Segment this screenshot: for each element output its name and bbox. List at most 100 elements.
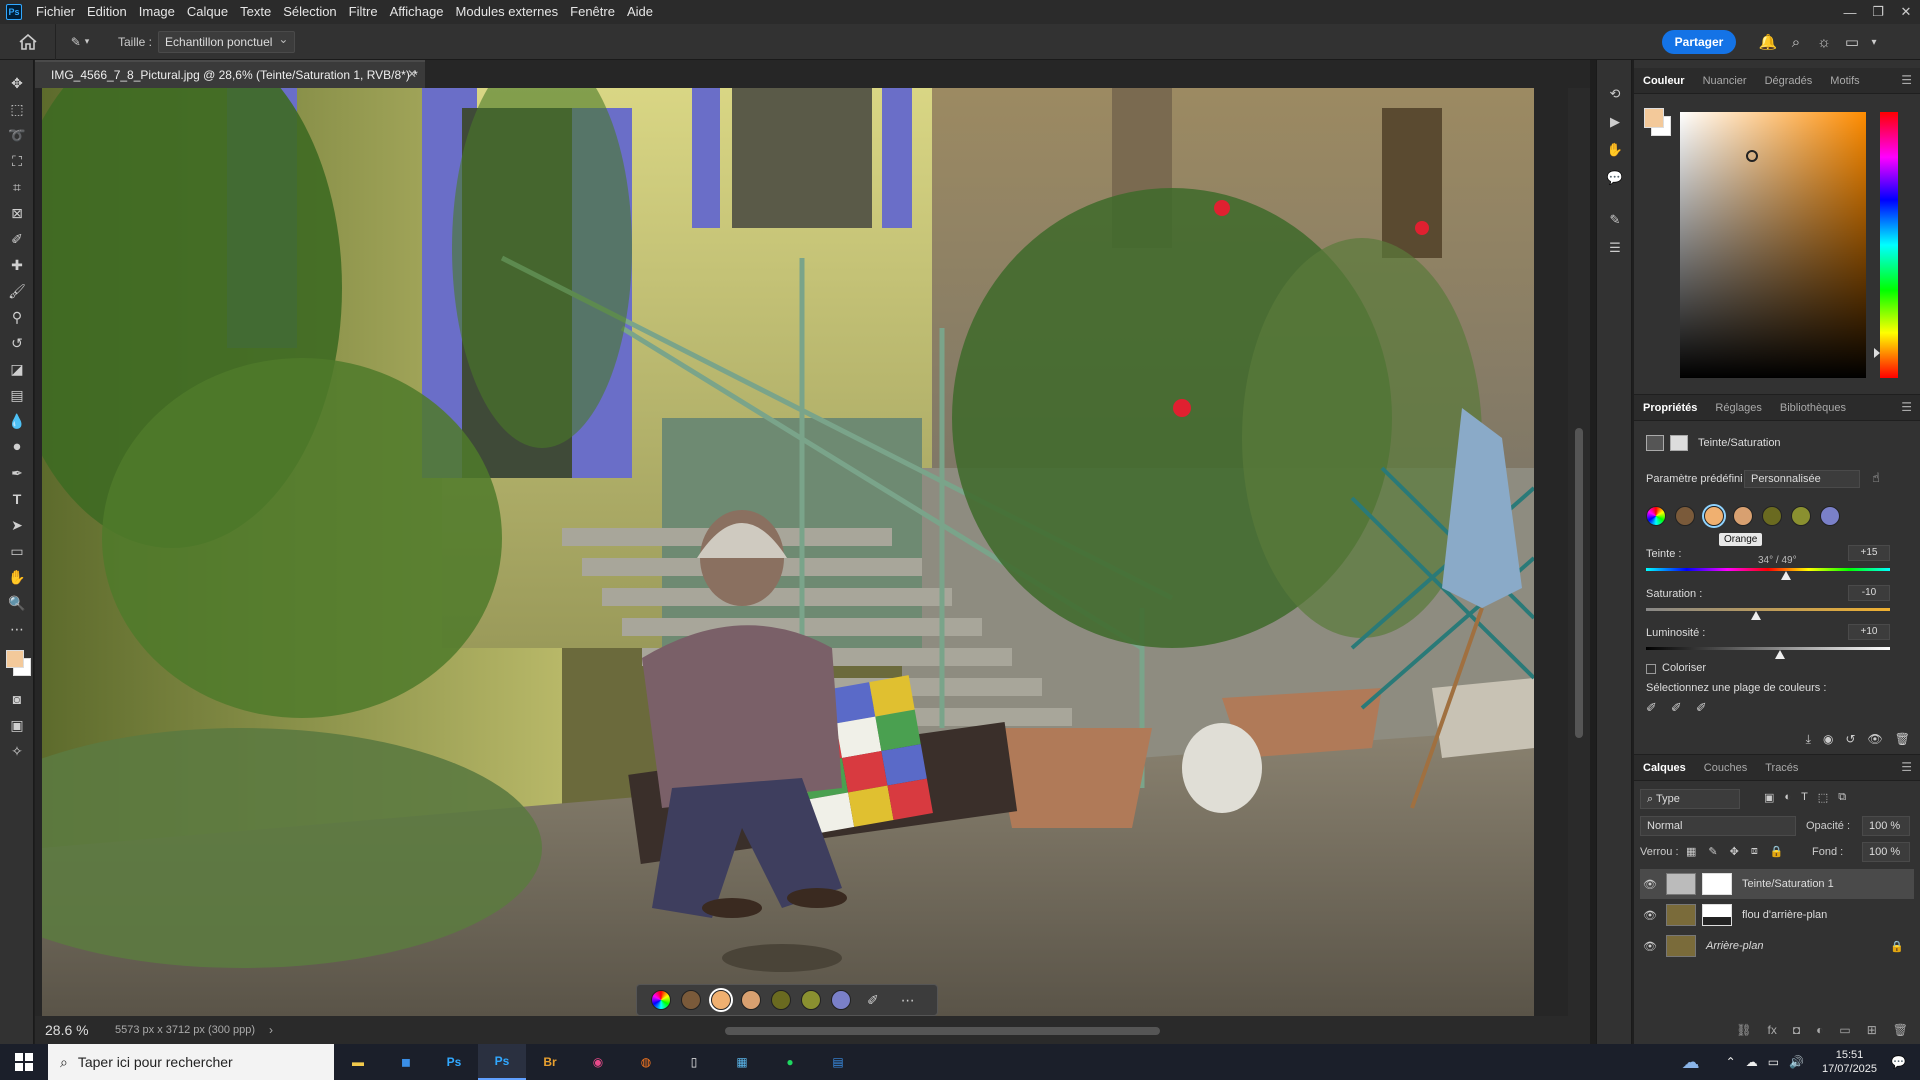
- reds-swatch[interactable]: [681, 990, 701, 1010]
- lasso-tool-icon[interactable]: ➰: [0, 122, 34, 148]
- foreground-color-chip[interactable]: [1644, 108, 1664, 128]
- tab-motifs[interactable]: Motifs: [1821, 68, 1868, 94]
- panel-menu-icon[interactable]: ☰: [1901, 760, 1912, 774]
- menu-image[interactable]: Image: [133, 0, 181, 24]
- lock-icon[interactable]: 🔒: [1890, 940, 1904, 953]
- menu-modules-externes[interactable]: Modules externes: [450, 0, 565, 24]
- more-options-icon[interactable]: ⋯: [901, 992, 915, 1009]
- hue-slider[interactable]: [1880, 112, 1898, 378]
- menu-calque[interactable]: Calque: [181, 0, 234, 24]
- menu-texte[interactable]: Texte: [234, 0, 277, 24]
- greens-swatch[interactable]: [771, 990, 791, 1010]
- lock-all-icon[interactable]: 🔒: [1770, 845, 1784, 858]
- blues-swatch[interactable]: [1820, 506, 1840, 526]
- notification-icon[interactable]: 💬: [1891, 1055, 1906, 1069]
- bridge-app-icon[interactable]: Br: [526, 1044, 574, 1080]
- menu-aide[interactable]: Aide: [621, 0, 659, 24]
- pixel-filter-icon[interactable]: ▣: [1764, 791, 1774, 804]
- layer-mask-thumb[interactable]: [1702, 904, 1732, 926]
- menu-affichage[interactable]: Affichage: [384, 0, 450, 24]
- zoom-tool-icon[interactable]: 🔍: [0, 590, 34, 616]
- photoshop-app-icon[interactable]: Ps: [430, 1044, 478, 1080]
- saturation-value-field[interactable]: -10: [1848, 585, 1890, 601]
- image-canvas[interactable]: [42, 88, 1534, 1016]
- saturation-slider-thumb[interactable]: [1751, 611, 1761, 620]
- history-brush-tool-icon[interactable]: ↺: [0, 330, 34, 356]
- master-colors-swatch[interactable]: [651, 990, 671, 1010]
- file-explorer-icon[interactable]: ▬: [334, 1044, 382, 1080]
- crop-tool-icon[interactable]: ⌗: [0, 174, 34, 200]
- panel-menu-icon[interactable]: ☰: [1901, 400, 1912, 414]
- workspace-icon[interactable]: ▭: [1842, 32, 1862, 52]
- clone-stamp-tool-icon[interactable]: ⚲: [0, 304, 34, 330]
- new-adjustment-icon[interactable]: ◐: [1816, 1023, 1823, 1037]
- close-icon[interactable]: ✕: [1892, 0, 1920, 24]
- color-app-icon[interactable]: ◉: [574, 1044, 622, 1080]
- visibility-icon[interactable]: 👁: [1868, 732, 1883, 746]
- trash-icon[interactable]: 🗑: [1893, 1023, 1908, 1037]
- chevron-down-icon[interactable]: ▾: [1864, 32, 1884, 52]
- restore-icon[interactable]: ❐: [1864, 0, 1892, 24]
- shape-filter-icon[interactable]: ⬚: [1818, 791, 1828, 804]
- cyans-swatch[interactable]: [1791, 506, 1811, 526]
- vertical-scroll-thumb[interactable]: [1575, 428, 1583, 738]
- tab-proprietes[interactable]: Propriétés: [1634, 395, 1706, 421]
- color-saturation-field[interactable]: [1680, 112, 1866, 378]
- smart-object-filter-icon[interactable]: ⧉: [1838, 791, 1846, 804]
- chevron-up-icon[interactable]: ⌃: [1726, 1055, 1736, 1069]
- add-mask-icon[interactable]: ◘: [1793, 1023, 1800, 1037]
- colorize-checkbox[interactable]: [1646, 664, 1656, 674]
- eyedropper-icon[interactable]: ✐: [867, 992, 879, 1009]
- search-icon[interactable]: ⌕: [1786, 32, 1806, 52]
- network-icon[interactable]: ▭: [1768, 1055, 1779, 1069]
- color-picker-handle[interactable]: [1746, 150, 1758, 162]
- adjustment-filter-icon[interactable]: ◐: [1784, 791, 1791, 804]
- bell-icon[interactable]: 🔔: [1758, 32, 1778, 52]
- tab-couches[interactable]: Couches: [1695, 755, 1756, 781]
- tool-preset-picker[interactable]: ✎ ▾: [56, 24, 104, 60]
- eyedropper-plus-icon[interactable]: ✐: [1671, 700, 1682, 716]
- onedrive-icon[interactable]: ☁: [1746, 1055, 1758, 1069]
- menu-fichier[interactable]: Fichier: [30, 0, 81, 24]
- layer-filter-select[interactable]: ⌕ Type: [1640, 789, 1740, 809]
- volume-icon[interactable]: 🔊: [1789, 1055, 1804, 1069]
- object-selection-tool-icon[interactable]: ⛶: [0, 148, 34, 174]
- adjustment-layer-icon[interactable]: [1646, 435, 1664, 451]
- photos-app-icon[interactable]: ▦: [718, 1044, 766, 1080]
- visibility-eye-icon[interactable]: 👁: [1640, 909, 1660, 922]
- tab-degrades[interactable]: Dégradés: [1756, 68, 1822, 94]
- tab-reglages[interactable]: Réglages: [1706, 395, 1770, 421]
- quick-mask-icon[interactable]: ◙: [0, 686, 34, 712]
- sample-size-select[interactable]: Echantillon ponctuel: [158, 29, 296, 53]
- tab-bibliotheques[interactable]: Bibliothèques: [1771, 395, 1855, 421]
- menu-selection[interactable]: Sélection: [277, 0, 342, 24]
- hand-icon[interactable]: ✋: [1597, 136, 1633, 164]
- menu-edition[interactable]: Edition: [81, 0, 133, 24]
- orange-swatch[interactable]: [1704, 506, 1724, 526]
- clip-to-layer-icon[interactable]: ⤓: [1806, 732, 1811, 747]
- dodge-tool-icon[interactable]: ⚫: [0, 434, 34, 460]
- more-tools-icon[interactable]: ⋯: [0, 616, 34, 642]
- visibility-eye-icon[interactable]: 👁: [1640, 940, 1660, 953]
- yellows-swatch[interactable]: [741, 990, 761, 1010]
- photoshop-active-app-icon[interactable]: Ps: [478, 1044, 526, 1080]
- hue-value-field[interactable]: +15: [1848, 545, 1890, 561]
- greens-swatch[interactable]: [1762, 506, 1782, 526]
- layer-row-teinte-saturation[interactable]: 👁 Teinte/Saturation 1: [1640, 869, 1914, 899]
- document-app-icon[interactable]: ▤: [814, 1044, 862, 1080]
- orange-swatch[interactable]: [711, 990, 731, 1010]
- foreground-color-swatch[interactable]: [6, 650, 24, 668]
- lock-transparency-icon[interactable]: ▦: [1686, 845, 1696, 858]
- layer-effects-icon[interactable]: fx: [1768, 1023, 1777, 1037]
- horizontal-scroll-thumb[interactable]: [725, 1027, 1160, 1035]
- layer-row-arriere-plan[interactable]: 👁 Arrière-plan 🔒: [1640, 931, 1914, 961]
- yellows-swatch[interactable]: [1733, 506, 1753, 526]
- store-icon[interactable]: ◼: [382, 1044, 430, 1080]
- lock-pixels-icon[interactable]: ✎: [1708, 845, 1717, 858]
- tab-nuancier[interactable]: Nuancier: [1694, 68, 1756, 94]
- chevron-right-icon[interactable]: ›: [269, 1023, 273, 1037]
- home-button[interactable]: [0, 23, 56, 60]
- marquee-tool-icon[interactable]: ⬚: [0, 96, 34, 122]
- screen-mode-icon[interactable]: ▣: [0, 712, 34, 738]
- blur-tool-icon[interactable]: 💧: [0, 408, 34, 434]
